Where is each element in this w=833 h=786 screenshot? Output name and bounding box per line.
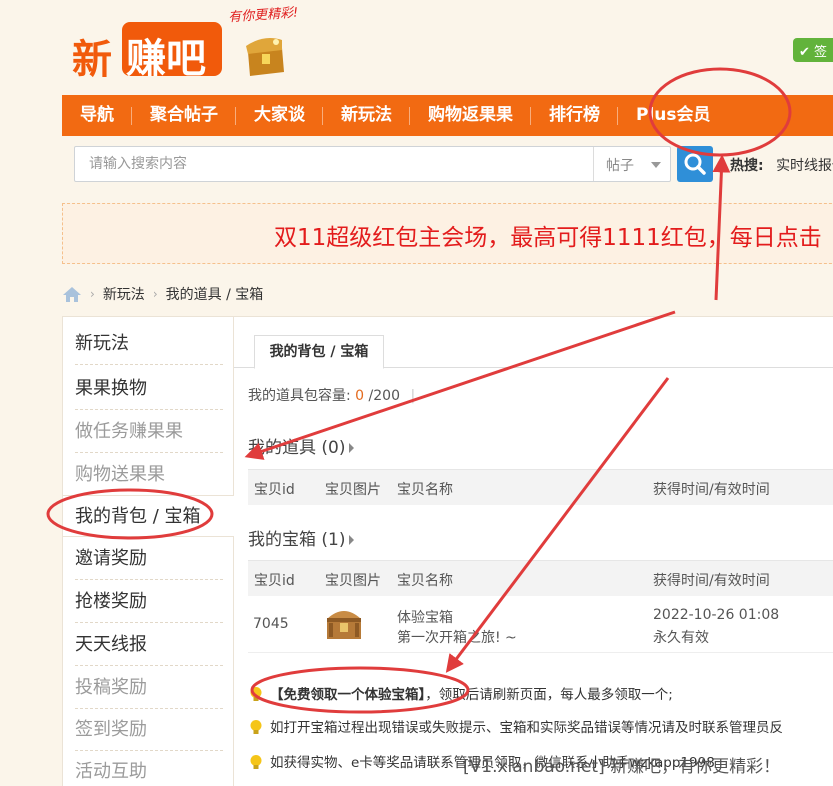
sidebar-item-exchange[interactable]: 果果换物	[75, 368, 223, 410]
sidebar-heading: 新玩法	[75, 323, 223, 365]
lightbulb-icon	[250, 687, 262, 701]
table-row: 7045 体验宝箱 第一次开箱之旅! ~ 2022-10-26 01:08 永久…	[248, 597, 833, 653]
sidebar-item-daily[interactable]: 天天线报	[75, 624, 223, 666]
sidebar-item-floor[interactable]: 抢楼奖励	[75, 581, 223, 623]
box-id: 7045	[253, 616, 289, 632]
sidebar-item-shopping[interactable]: 购物送果果	[75, 454, 223, 496]
tab-backpack[interactable]: 我的背包 / 宝箱	[254, 335, 384, 369]
lightbulb-icon	[250, 755, 262, 769]
caret-right-icon	[349, 535, 355, 545]
sidebar-item-mutual[interactable]: 活动互助	[75, 751, 223, 786]
sidebar: 新玩法 果果换物 做任务赚果果 购物送果果 我的背包 / 宝箱 邀请奖励 抢楼奖…	[62, 316, 234, 786]
capacity-used: 0	[355, 388, 365, 404]
search-input[interactable]	[75, 147, 585, 181]
props-table-header: 宝贝id 宝贝图片 宝贝名称 获得时间/有效时间	[248, 469, 833, 505]
sidebar-item-contribute[interactable]: 投稿奖励	[75, 667, 223, 709]
signin-label: 签	[814, 45, 828, 60]
nav-item-guide[interactable]: 导航	[62, 95, 132, 136]
search-type-select[interactable]: 帖子	[593, 147, 671, 181]
breadcrumb: › 新玩法 › 我的道具 / 宝箱	[62, 284, 263, 304]
search-type-value: 帖子	[606, 158, 634, 174]
logo-text-zhuanba: 赚吧	[126, 36, 206, 82]
capacity-label: 我的道具包容量:	[248, 388, 351, 404]
home-icon[interactable]	[62, 285, 82, 303]
hot-search-label: 热搜:	[730, 158, 764, 174]
col-name: 宝贝名称	[397, 573, 453, 589]
chevron-down-icon	[651, 162, 661, 168]
nav-item-talk[interactable]: 大家谈	[236, 95, 323, 136]
box-validity: 永久有效	[653, 630, 709, 646]
tip-text: 如打开宝箱过程出现错误或失败提示、宝箱和实际奖品错误等情况请及时联系管理员反	[270, 720, 783, 736]
search-icon	[684, 153, 706, 175]
site-logo[interactable]: 新 赚吧 有你更精彩!	[70, 6, 320, 83]
sidebar-item-invite[interactable]: 邀请奖励	[75, 538, 223, 580]
promo-banner[interactable]: 双11超级红包主会场，最高可得1111红包，每日点击	[62, 203, 833, 264]
props-title-text: 我的道具 (0)	[248, 438, 346, 458]
nav-item-new-play[interactable]: 新玩法	[323, 95, 410, 136]
caret-right-icon	[349, 443, 355, 453]
nav-item-aggregate[interactable]: 聚合帖子	[132, 95, 236, 136]
box-desc: 第一次开箱之旅! ~	[397, 630, 517, 646]
breadcrumb-separator-icon: ›	[90, 287, 95, 301]
logo-text-xin: 新	[72, 37, 112, 83]
capacity-info: 我的道具包容量: 0 /200 |	[248, 385, 415, 405]
sidebar-item-backpack[interactable]: 我的背包 / 宝箱	[63, 495, 234, 537]
watermark: [V1.xianbao.net] 新赚吧，有你更精彩！	[463, 757, 781, 777]
box-time: 2022-10-26 01:08	[653, 607, 780, 623]
col-time: 获得时间/有效时间	[653, 573, 770, 589]
capacity-total: /200	[368, 388, 400, 404]
tip-text: ，领取后请刷新页面，每人最多领取一个;	[425, 687, 673, 703]
search-box: 帖子	[74, 146, 671, 182]
promo-banner-text: 双11超级红包主会场，最高可得1111红包，每日点击	[274, 225, 822, 251]
main-panel: 我的背包 / 宝箱 我的道具包容量: 0 /200 | 我的道具 (0) 宝贝i…	[234, 316, 833, 786]
main-nav: 导航 聚合帖子 大家谈 新玩法 购物返果果 排行榜 Plus会员	[62, 95, 833, 136]
boxes-section-title[interactable]: 我的宝箱 (1)	[248, 525, 355, 550]
capacity-divider: |	[410, 388, 416, 404]
sidebar-item-checkin[interactable]: 签到奖励	[75, 709, 223, 751]
search-button[interactable]	[677, 146, 713, 182]
tip-error-report: 如打开宝箱过程出现错误或失败提示、宝箱和实际奖品错误等情况请及时联系管理员反	[248, 716, 783, 736]
boxes-table-header: 宝贝id 宝贝图片 宝贝名称 获得时间/有效时间	[248, 560, 833, 596]
col-id: 宝贝id	[254, 482, 295, 498]
signin-button[interactable]: ✔ 签	[793, 38, 833, 62]
nav-item-plus[interactable]: Plus会员	[618, 95, 729, 136]
check-icon: ✔	[799, 45, 810, 60]
treasure-chest-icon	[246, 38, 284, 76]
search-row: 帖子 热搜: 实时线报供	[62, 136, 833, 192]
lightbulb-icon	[250, 720, 262, 734]
logo-box: 赚吧	[122, 22, 222, 82]
hot-search: 热搜: 实时线报供	[730, 155, 833, 175]
tip-free-box: 【免费领取一个体验宝箱】，领取后请刷新页面，每人最多领取一个;	[248, 683, 673, 703]
breadcrumb-item-new-play[interactable]: 新玩法	[103, 284, 145, 304]
hot-search-link[interactable]: 实时线报供	[776, 158, 833, 174]
breadcrumb-separator-icon: ›	[152, 287, 158, 301]
col-id: 宝贝id	[254, 573, 295, 589]
col-name: 宝贝名称	[397, 482, 453, 498]
props-section-title[interactable]: 我的道具 (0)	[248, 433, 355, 458]
logo-slogan: 有你更精彩!	[227, 5, 299, 26]
nav-item-ranking[interactable]: 排行榜	[531, 95, 618, 136]
col-image: 宝贝图片	[325, 573, 381, 589]
box-name: 体验宝箱	[397, 610, 453, 626]
col-time: 获得时间/有效时间	[653, 482, 770, 498]
boxes-title-text: 我的宝箱 (1)	[248, 530, 346, 550]
free-box-link[interactable]: 【免费领取一个体验宝箱】	[270, 687, 425, 703]
sidebar-item-tasks[interactable]: 做任务赚果果	[75, 411, 223, 453]
breadcrumb-item-current: 我的道具 / 宝箱	[165, 287, 264, 303]
nav-item-cashback[interactable]: 购物返果果	[410, 95, 531, 136]
treasure-chest-icon	[327, 611, 361, 639]
col-image: 宝贝图片	[325, 482, 381, 498]
